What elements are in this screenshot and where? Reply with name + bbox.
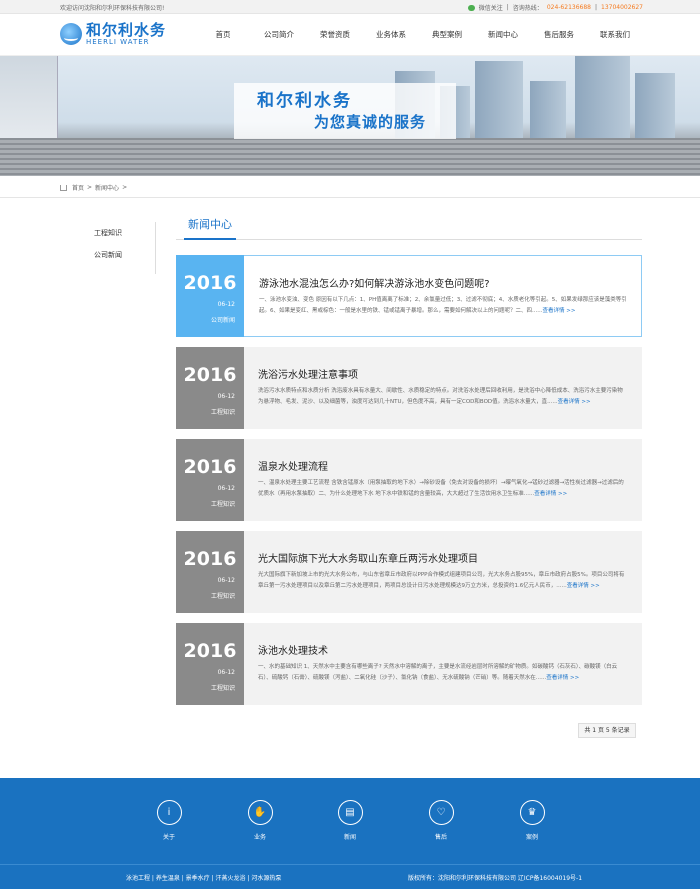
banner-subtitle: 为您真诚的服务 xyxy=(314,113,427,131)
home-icon xyxy=(60,184,67,191)
water-drop-logo-icon xyxy=(60,23,82,45)
news-desc: 一、温泉水处理主要工艺流程 含铁含锰原水（用泵抽取的地下水）→除砂设备（免去对设… xyxy=(258,480,624,497)
news-desc: 一、水的基础知识 1、天然水中主要含有哪些离子? 天然水中溶解的离子，主要是水流… xyxy=(258,664,618,681)
nav-honors[interactable]: 荣誉资质 xyxy=(307,29,363,40)
date-box: 2016 06-12 工程知识 xyxy=(176,347,244,429)
news-desc: 一、泳池水变浊、变色 原因有以下几点：1、PH值离离了标准；2、余氯量过低；3、… xyxy=(259,297,627,314)
news-date: 06-12 xyxy=(217,301,235,308)
read-more-link[interactable]: 查看详情 >> xyxy=(546,675,579,681)
nav-news[interactable]: 新闻中心 xyxy=(475,29,531,40)
divider xyxy=(176,239,642,240)
footer: i 关于 ✋ 业务 ▤ 新闻 ♡ 售后 ♛ 案例 泳池工程 | 养生温泉 | 景… xyxy=(0,778,700,889)
footer-link-business[interactable]: ✋ 业务 xyxy=(240,800,280,841)
logo[interactable]: 和尔利水务 HEERLI WATER xyxy=(60,22,166,46)
separator: | xyxy=(506,4,509,11)
footer-link-cases[interactable]: ♛ 案例 xyxy=(512,800,552,841)
hotline-label: 咨询热线： xyxy=(512,5,543,12)
breadcrumb: 首页 > 新闻中心 > xyxy=(0,176,700,198)
logo-cn: 和尔利水务 xyxy=(86,21,167,39)
welcome-text: 欢迎访问沈阳和尔利环保科技有限公司! xyxy=(60,5,165,12)
news-desc: 洗浴污水水质特点和水质分析 洗浴废水具有水量大、间歇性、水质稳定的特点。对洗浴水… xyxy=(258,388,623,405)
phone-2: 13704002627 xyxy=(601,4,643,11)
handshake-icon: ✋ xyxy=(247,800,273,825)
news-year: 2016 xyxy=(183,456,237,478)
nav-about[interactable]: 公司简介 xyxy=(251,29,307,40)
top-bar: 欢迎访问沈阳和尔利环保科技有限公司! 微信关注 | 咨询热线： 024-6213… xyxy=(0,0,700,14)
nav-service[interactable]: 售后服务 xyxy=(531,29,587,40)
footer-link-about[interactable]: i 关于 xyxy=(149,800,189,841)
banner-building-left xyxy=(0,56,58,146)
news-category: 工程知识 xyxy=(210,685,235,692)
sidebar: 工程知识 公司新闻 xyxy=(60,222,156,274)
main-nav: 首页 公司简介 荣誉资质 业务体系 典型案例 新闻中心 售后服务 联系我们 xyxy=(195,29,643,40)
heart-icon: ♡ xyxy=(428,800,454,825)
read-more-link[interactable]: 查看详情 >> xyxy=(558,399,591,405)
phone-1: 024-62136688 xyxy=(546,4,591,11)
news-category: 工程知识 xyxy=(210,593,235,600)
news-title[interactable]: 洗浴污水处理注意事项 xyxy=(258,366,358,381)
news-card[interactable]: 2016 06-12 工程知识 泳池水处理技术 一、水的基础知识 1、天然水中主… xyxy=(176,623,642,705)
news-title[interactable]: 温泉水处理流程 xyxy=(258,458,328,473)
header: 和尔利水务 HEERLI WATER 首页 公司简介 荣誉资质 业务体系 典型案… xyxy=(0,14,700,56)
news-year: 2016 xyxy=(183,364,237,386)
news-year: 2016 xyxy=(183,548,237,570)
news-year: 2016 xyxy=(183,272,237,294)
date-box: 2016 06-12 公司新闻 xyxy=(176,255,244,337)
nav-home[interactable]: 首页 xyxy=(195,29,251,40)
sidebar-item-company-news[interactable]: 公司新闻 xyxy=(60,244,155,266)
news-card[interactable]: 2016 06-12 工程知识 光大国际旗下光大水务取山东章丘两污水处理项目 光… xyxy=(176,531,642,613)
footer-link-service[interactable]: ♡ 售后 xyxy=(421,800,461,841)
pagination[interactable]: 共 1 页 5 条记录 xyxy=(578,723,636,738)
banner-steps xyxy=(0,138,700,176)
breadcrumb-home[interactable]: 首页 xyxy=(72,183,84,192)
news-category: 工程知识 xyxy=(210,501,235,508)
breadcrumb-current[interactable]: 新闻中心 xyxy=(95,183,119,192)
news-date: 06-12 xyxy=(217,669,235,676)
sidebar-item-engineering[interactable]: 工程知识 xyxy=(60,222,155,244)
footer-link-news[interactable]: ▤ 新闻 xyxy=(330,800,370,841)
news-category: 工程知识 xyxy=(210,409,235,416)
news-title[interactable]: 光大国际旗下光大水务取山东章丘两污水处理项目 xyxy=(258,550,478,565)
date-box: 2016 06-12 工程知识 xyxy=(176,439,244,521)
news-date: 06-12 xyxy=(217,485,235,492)
news-card[interactable]: 2016 06-12 工程知识 洗浴污水处理注意事项 洗浴污水水质特点和水质分析… xyxy=(176,347,642,429)
section-title: 新闻中心 xyxy=(188,218,232,231)
date-box: 2016 06-12 工程知识 xyxy=(176,623,244,705)
news-date: 06-12 xyxy=(217,393,235,400)
news-title[interactable]: 泳池水处理技术 xyxy=(258,642,328,657)
date-box: 2016 06-12 工程知识 xyxy=(176,531,244,613)
news-desc: 光大国际旗下新加坡上市的光大水务公布，与山东省章丘市政府以PPP合作模式组建项目… xyxy=(258,572,625,589)
read-more-link[interactable]: 查看详情 >> xyxy=(534,491,567,497)
wechat-icon[interactable] xyxy=(467,4,475,11)
logo-en: HEERLI WATER xyxy=(86,38,150,46)
nav-business[interactable]: 业务体系 xyxy=(363,29,419,40)
wechat-label[interactable]: 微信关注 xyxy=(479,3,503,12)
news-icon: ▤ xyxy=(337,800,363,825)
separator: | xyxy=(594,4,597,11)
news-year: 2016 xyxy=(183,640,237,662)
news-date: 06-12 xyxy=(217,577,235,584)
top-contact: 微信关注 | 咨询热线： 024-62136688 | 13704002627 xyxy=(467,3,643,12)
banner-title: 和尔利水务 xyxy=(257,91,352,111)
news-category: 公司新闻 xyxy=(210,317,235,324)
read-more-link[interactable]: 查看详情 >> xyxy=(567,583,600,589)
footer-links[interactable]: 泳池工程 | 养生温泉 | 景季水疗 | 汗蒸火龙浴 | 河水源热泵 xyxy=(126,873,281,882)
breadcrumb-sep: > xyxy=(87,184,93,191)
news-card[interactable]: 2016 06-12 工程知识 温泉水处理流程 一、温泉水处理主要工艺流程 含铁… xyxy=(176,439,642,521)
news-card[interactable]: 2016 06-12 公司新闻 游泳池水混浊怎么办?如何解决游泳池水变色问题呢?… xyxy=(176,255,642,337)
news-title[interactable]: 游泳池水混浊怎么办?如何解决游泳池水变色问题呢? xyxy=(259,275,490,290)
hero-banner: 和尔利水务 为您真诚的服务 xyxy=(0,56,700,176)
read-more-link[interactable]: 查看详情 >> xyxy=(543,308,576,314)
footer-bottom: 泳池工程 | 养生温泉 | 景季水疗 | 汗蒸火龙浴 | 河水源热泵 版权所有：… xyxy=(0,864,700,882)
crown-icon: ♛ xyxy=(519,800,545,825)
info-icon: i xyxy=(156,800,182,825)
copyright: 版权所有：沈阳和尔利环保科技有限公司 辽ICP备16004019号-1 xyxy=(408,875,583,882)
nav-contact[interactable]: 联系我们 xyxy=(587,29,643,40)
nav-cases[interactable]: 典型案例 xyxy=(419,29,475,40)
breadcrumb-sep: > xyxy=(122,184,128,191)
title-underline xyxy=(184,238,236,240)
